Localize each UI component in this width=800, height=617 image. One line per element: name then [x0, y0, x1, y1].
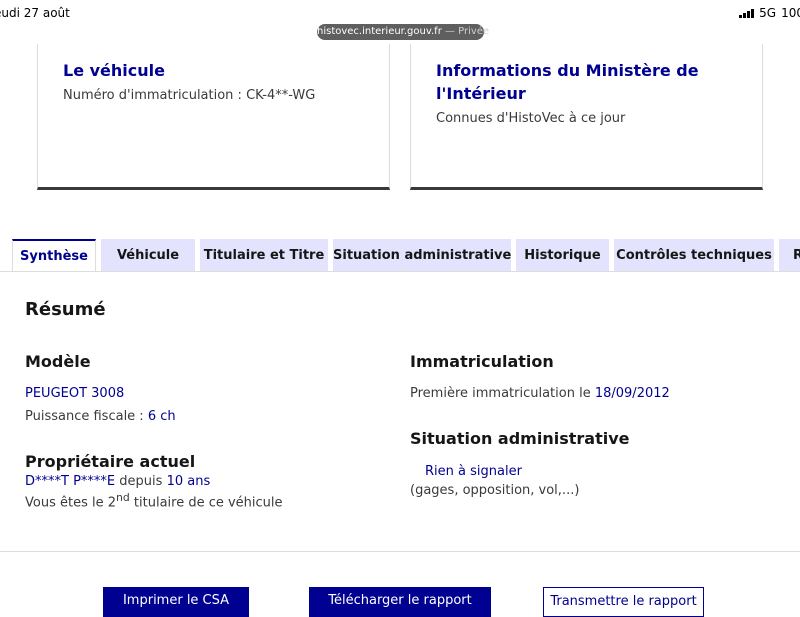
- registration-label: Première immatriculation le: [410, 386, 591, 401]
- status-date: eudi 27 août: [0, 6, 70, 20]
- ministry-card-title: Informations du Ministère de l'Intérieur: [436, 61, 699, 103]
- owner-heading: Propriétaire actuel: [25, 452, 196, 471]
- network-label: 5G: [759, 6, 777, 20]
- status-right: 5G 100: [739, 6, 800, 20]
- tab-historique[interactable]: Historique: [516, 239, 609, 272]
- url-text: histovec.interieur.gouv.fr: [317, 26, 442, 37]
- owner-name: D****T P****E: [25, 474, 116, 489]
- tab-titulaire[interactable]: Titulaire et Titre: [200, 239, 328, 272]
- admin-note: (gages, opposition, vol,...): [410, 483, 580, 498]
- resume-title: Résumé: [25, 299, 106, 320]
- share-report-button[interactable]: Transmettre le rapport: [543, 587, 704, 617]
- status-bar: eudi 27 août 5G 100: [0, 0, 800, 24]
- ministry-card-subtitle: Connues d'HistoVec à ce jour: [436, 111, 626, 126]
- registration-line: Première immatriculation le 18/09/2012: [410, 386, 670, 401]
- tab-rapport[interactable]: Rapport: [779, 239, 800, 272]
- owner-since-value: 10 ans: [166, 474, 211, 489]
- owner-rank: Vous êtes le 2nd titulaire de ce véhicul…: [25, 491, 283, 510]
- owner-rank-prefix: Vous êtes le: [25, 495, 104, 511]
- owner-line: D****T P****E depuis 10 ans: [25, 474, 210, 489]
- battery-label: 100: [781, 6, 800, 20]
- print-csa-button[interactable]: Imprimer le CSA: [103, 587, 249, 617]
- tab-situation-administrative[interactable]: Situation administrative: [333, 239, 511, 272]
- admin-status: Rien à signaler: [425, 464, 522, 479]
- fiscal-power-value: 6 ch: [147, 409, 176, 424]
- owner-rank-suffix: nd: [116, 491, 130, 504]
- tab-controles-techniques[interactable]: Contrôles techniques: [614, 239, 774, 272]
- registration-date: 18/09/2012: [594, 386, 670, 401]
- admin-heading: Situation administrative: [410, 429, 630, 448]
- tab-bar: Synthèse Véhicule Titulaire et Titre Sit…: [12, 239, 800, 273]
- synthese-panel: Résumé Modèle PEUGEOT 3008 Puissance fis…: [0, 271, 800, 552]
- model-name: PEUGEOT 3008: [25, 386, 125, 401]
- private-label: — Privée: [445, 26, 490, 37]
- tab-synthese[interactable]: Synthèse: [12, 239, 96, 273]
- download-report-button[interactable]: Télécharger le rapport: [309, 587, 491, 617]
- model-heading: Modèle: [25, 352, 91, 371]
- signal-icon: [739, 8, 755, 18]
- owner-rank-number: 2: [107, 495, 117, 511]
- vehicle-card-title: Le véhicule: [63, 61, 165, 80]
- owner-rank-rest: titulaire de ce véhicule: [133, 495, 283, 511]
- vehicle-card: Le véhicule Numéro d'immatriculation : C…: [37, 44, 390, 190]
- url-bar[interactable]: histovec.interieur.gouv.fr — Privée: [317, 24, 489, 40]
- tab-vehicule[interactable]: Véhicule: [101, 239, 195, 272]
- ministry-card: Informations du Ministère de l'Intérieur…: [410, 44, 763, 190]
- plate-number: Numéro d'immatriculation : CK-4**-WG: [63, 88, 316, 103]
- owner-since-label: depuis: [119, 474, 163, 489]
- fiscal-power: Puissance fiscale : 6 ch: [25, 409, 176, 424]
- registration-heading: Immatriculation: [410, 352, 554, 371]
- fiscal-power-label: Puissance fiscale :: [25, 409, 144, 424]
